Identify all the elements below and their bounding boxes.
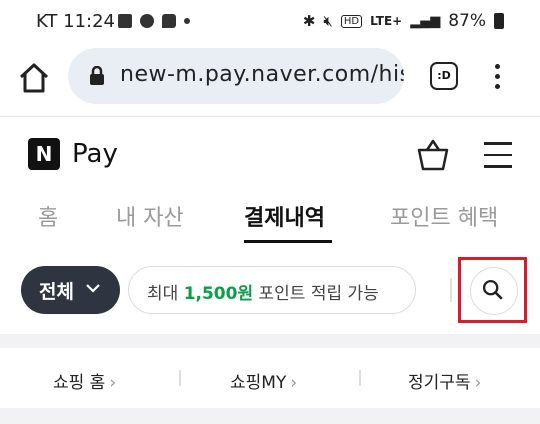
home-icon[interactable]	[16, 60, 52, 96]
divider	[359, 370, 361, 386]
all-filter-dropdown[interactable]: 전체	[21, 266, 120, 314]
status-bar: KT 11:24 ✱ 🔇︎ HD LTE+ ▂▄▆ 87%	[0, 0, 540, 44]
hamburger-menu-icon[interactable]	[484, 142, 512, 168]
battery-icon	[494, 13, 504, 29]
brand-name: Pay	[72, 139, 118, 169]
more-notifications-icon	[184, 18, 190, 24]
naver-logo[interactable]: N	[28, 138, 60, 170]
bluetooth-icon: ✱	[302, 12, 316, 30]
quick-links: 쇼핑 홈 › 쇼핑MY › 정기구독 ›	[0, 348, 540, 408]
promo-amount: 1,500원	[183, 284, 254, 304]
tab-home[interactable]: 홈	[38, 200, 58, 232]
shopping-home-link[interactable]: 쇼핑 홈 ›	[53, 368, 116, 393]
section-divider	[0, 408, 540, 424]
subscription-link[interactable]: 정기구독 ›	[408, 368, 481, 393]
chevron-right-icon: ›	[474, 373, 482, 393]
chevron-right-icon: ›	[290, 373, 298, 393]
browser-toolbar: new-m.pay.naver.com/his :D	[0, 44, 540, 117]
promo-text: 최대 1,500원 포인트 적립 가능	[147, 284, 379, 304]
mute-icon: 🔇︎	[323, 12, 333, 30]
notification-icons	[118, 14, 190, 28]
tab-my-assets[interactable]: 내 자산	[116, 200, 184, 232]
shopping-bag-icon[interactable]	[416, 138, 450, 172]
system-icons: ✱ 🔇︎ HD LTE+ ▂▄▆ 87%	[303, 11, 504, 31]
shopping-my-link[interactable]: 쇼핑MY ›	[230, 368, 297, 393]
tab-switcher-button[interactable]: :D	[430, 62, 458, 90]
status-time: KT 11:24	[36, 11, 115, 32]
network-label: LTE+	[370, 14, 403, 28]
all-filter-label: 전체	[39, 281, 74, 303]
battery-percent: 87%	[448, 11, 486, 31]
highlight-box	[458, 257, 527, 323]
gallery-icon	[118, 14, 132, 28]
section-divider	[0, 334, 540, 348]
divider	[179, 370, 181, 386]
chevron-right-icon: ›	[109, 373, 117, 393]
tab-payment-history[interactable]: 결제내역	[244, 200, 325, 232]
divider	[450, 278, 452, 302]
url-bar[interactable]: new-m.pay.naver.com/his	[68, 48, 404, 104]
lock-icon	[90, 66, 104, 85]
point-promo-button[interactable]: 최대 1,500원 포인트 적립 가능	[128, 266, 416, 314]
browser-menu-icon[interactable]	[494, 64, 502, 90]
tab-point-benefits[interactable]: 포인트 혜택	[390, 200, 498, 232]
pill-icon	[140, 14, 154, 28]
url-text: new-m.pay.naver.com/his	[120, 62, 404, 87]
chevron-down-icon	[86, 284, 100, 293]
signal-icon: ▂▄▆	[410, 13, 441, 29]
hd-icon: HD	[340, 14, 363, 28]
active-tab-indicator	[244, 240, 332, 243]
message-icon	[162, 14, 176, 28]
